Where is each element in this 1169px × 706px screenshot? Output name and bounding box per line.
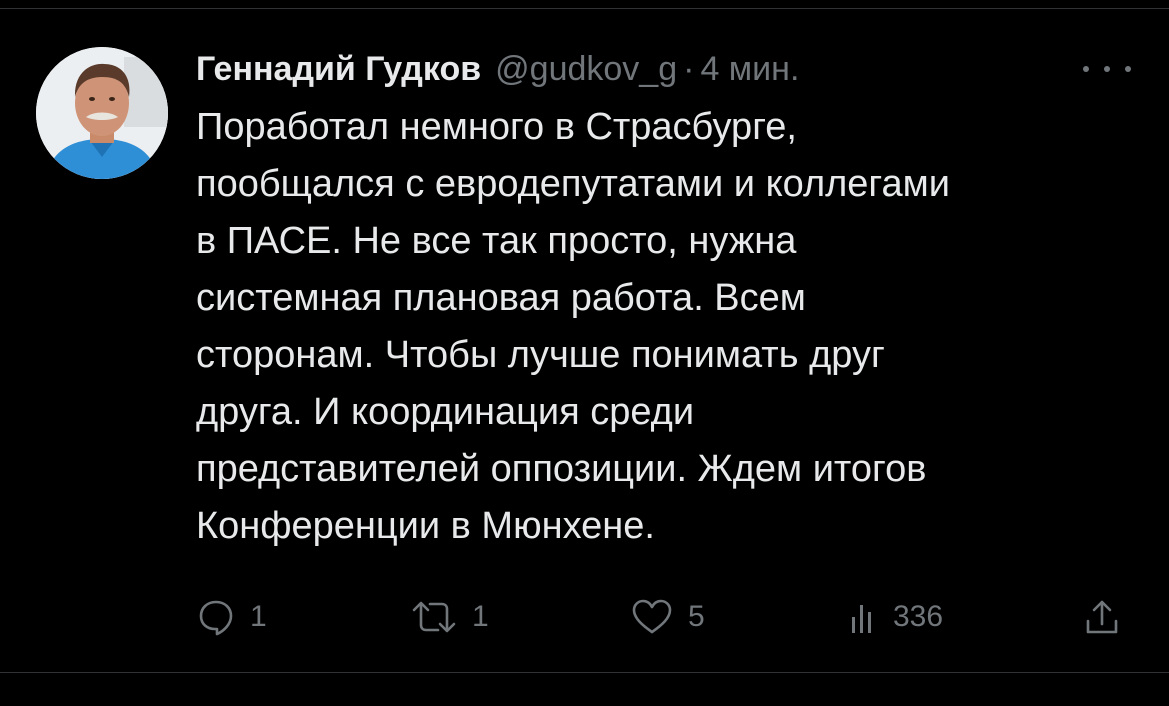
tweet-text-line: в ПАСЕ. Не все так просто, нужна — [196, 220, 797, 262]
tweet-text-line: представителей оппозиции. Ждем итогов — [196, 448, 927, 490]
more-dot — [1083, 66, 1089, 72]
views-icon — [852, 605, 871, 633]
retweet-icon — [412, 601, 456, 633]
like-button[interactable]: 5 — [630, 595, 705, 639]
tweet[interactable]: Геннадий Гудков @gudkov_g · 4 мин. Пораб… — [0, 9, 1169, 672]
heart-icon — [632, 599, 672, 634]
more-icon[interactable] — [1083, 59, 1131, 79]
views-button[interactable]: 336 — [849, 595, 943, 639]
bottom-divider — [0, 672, 1169, 673]
tweet-timestamp[interactable]: 4 мин. — [700, 47, 799, 91]
profile-photo-icon — [36, 47, 168, 179]
avatar[interactable] — [36, 47, 168, 179]
tweet-text-line: Поработал немного в Страсбурге, — [196, 106, 797, 148]
tweet-text-line: друга. И координация среди — [196, 391, 695, 433]
tweet-text-line: Конференции в Мюнхене. — [196, 505, 655, 547]
retweet-count: 1 — [472, 600, 489, 633]
author-display-name[interactable]: Геннадий Гудков — [196, 47, 481, 91]
reply-count: 1 — [250, 600, 267, 633]
tweet-text-line: сторонам. Чтобы лучше понимать друг — [196, 334, 885, 376]
tweet-actions: 1 1 5 336 — [196, 595, 1136, 639]
tweet-text-line: пообщался с евродепутатами и коллегами — [196, 163, 950, 205]
share-icon — [1086, 600, 1118, 634]
retweet-button[interactable]: 1 — [410, 595, 489, 639]
header-separator: · — [683, 50, 695, 88]
share-button[interactable] — [1082, 595, 1122, 639]
views-count: 336 — [893, 600, 944, 633]
reply-button[interactable]: 1 — [196, 595, 267, 639]
more-dot — [1125, 66, 1131, 72]
reply-icon — [199, 600, 233, 636]
tweet-header: Геннадий Гудков @gudkov_g · 4 мин. — [196, 47, 799, 91]
author-handle[interactable]: @gudkov_g — [495, 47, 677, 91]
more-dot — [1104, 66, 1110, 72]
tweet-text: Поработал немного в Страсбурге, пообщалс… — [196, 99, 1136, 555]
tweet-text-line: системная плановая работа. Всем — [196, 277, 806, 319]
like-count: 5 — [688, 600, 705, 633]
